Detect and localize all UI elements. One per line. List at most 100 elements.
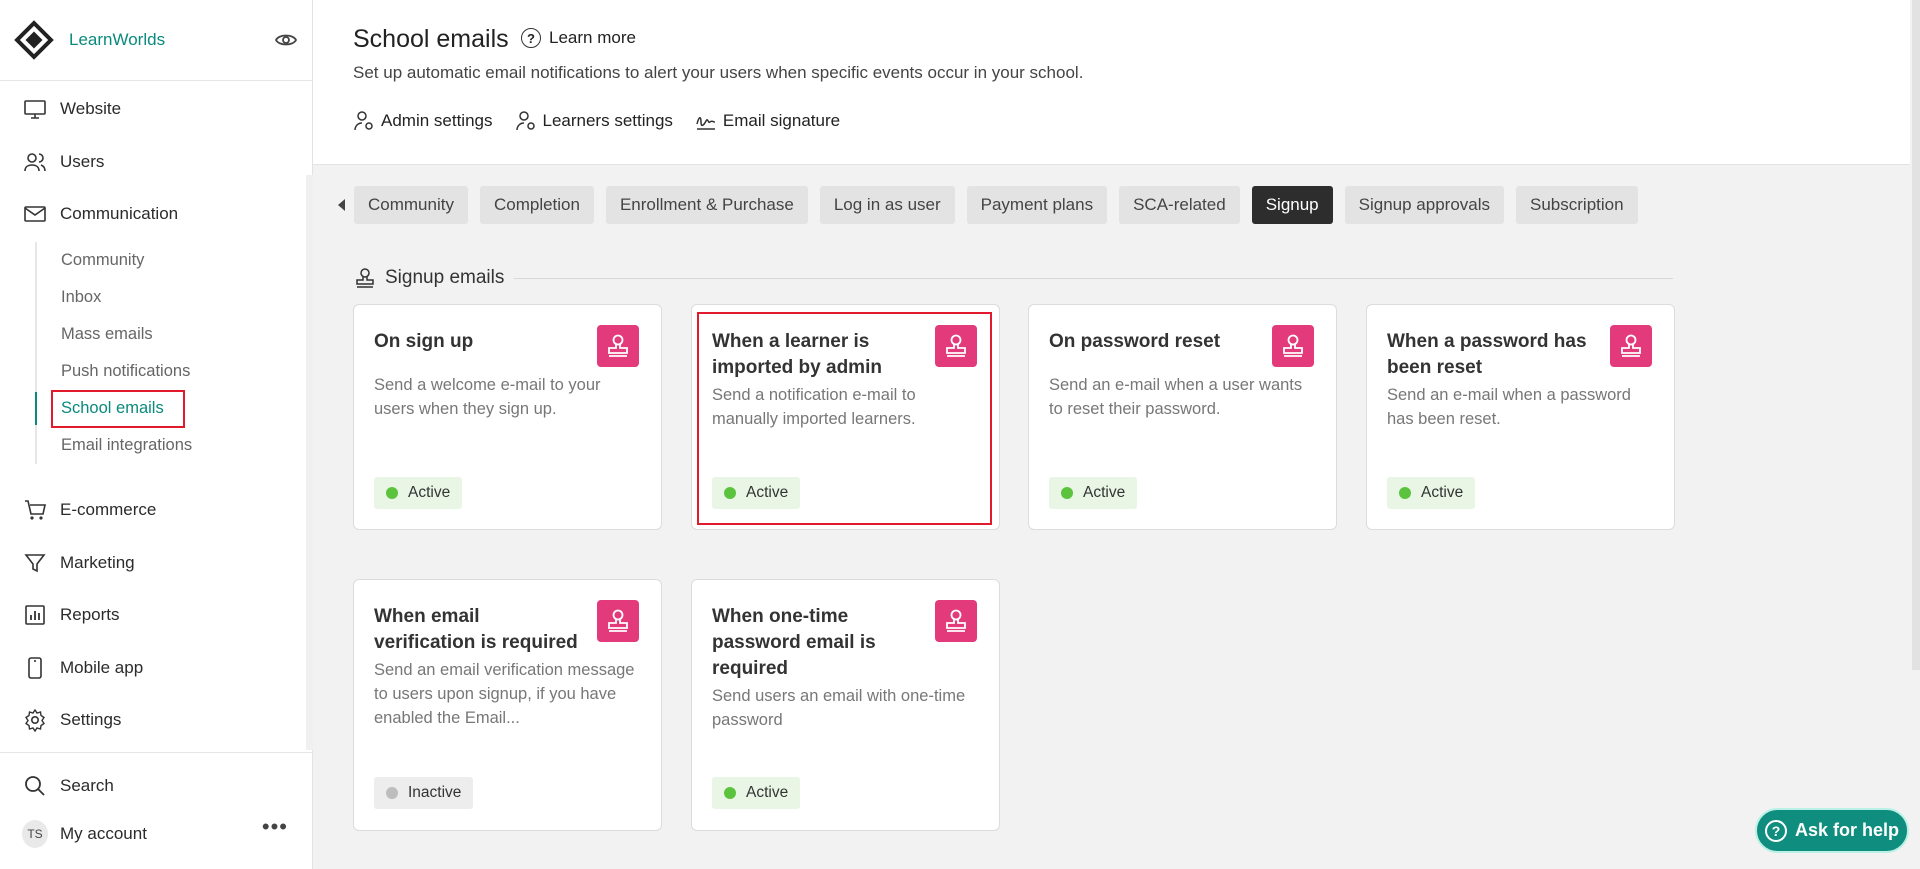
tab-signup[interactable]: Signup [1251,186,1333,224]
page-scrollbar-thumb[interactable] [1912,0,1920,670]
sidebar-item-users[interactable]: Users [0,142,300,182]
users-icon [22,149,48,175]
card-description: Send an e-mail when a password has been … [1387,386,1631,428]
learners-settings-label: Learners settings [542,111,673,130]
sidebar-item-label: My account [60,824,147,843]
chart-icon [22,602,48,628]
status-dot [724,487,736,499]
sidebar-item-e-commerce[interactable]: E-commerce [0,490,300,530]
subnav-item-community[interactable]: Community [37,242,295,279]
email-signature-label: Email signature [722,111,841,130]
card-description: Send a notification e-mail to manually i… [712,386,916,428]
sidebar-item-label: Settings [60,710,122,729]
avatar: TS [22,820,48,848]
page-title: School emails [353,25,509,53]
sidebar: LearnWorlds Website Users Communication … [0,0,313,869]
email-card-email-verification[interactable]: When email verification is required Send… [353,579,662,831]
stamp-icon [597,600,639,642]
email-card-one-time-password[interactable]: When one-time password email is required… [691,579,1000,831]
status-label: Active [1083,484,1126,501]
subnav-item-email-integrations[interactable]: Email integrations [37,427,295,464]
search-icon [22,773,48,799]
sidebar-item-marketing[interactable]: Marketing [0,543,300,583]
status-badge: Active [374,477,463,509]
sidebar-item-label: Marketing [60,553,135,572]
tab-completion[interactable]: Completion [479,186,594,224]
admin-settings-label: Admin settings [381,111,493,130]
admin-settings-icon [353,110,375,132]
subnav-item-push-notifications[interactable]: Push notifications [37,353,295,390]
tab-sca-related[interactable]: SCA-related [1119,186,1240,224]
more-options-icon[interactable]: ••• [262,816,288,838]
page-header: School emails ? Learn more Set up automa… [313,0,1910,165]
tab-log-in-as-user[interactable]: Log in as user [819,186,955,224]
sidebar-item-my-account[interactable]: TS My account [0,814,300,854]
status-dot [1061,487,1073,499]
subnav-item-mass-emails[interactable]: Mass emails [37,316,295,353]
settings-links: Admin settings Learners settings Email s… [353,110,862,132]
status-badge: Inactive [374,777,474,809]
status-badge: Active [712,477,801,509]
section-divider [514,277,1673,279]
stamp-icon [597,325,639,367]
sidebar-item-search[interactable]: Search [0,766,300,806]
tab-payment-plans[interactable]: Payment plans [966,186,1108,224]
tab-community[interactable]: Community [354,186,468,224]
card-description: Send an e-mail when a user wants to rese… [1049,376,1303,418]
status-label: Active [1421,484,1464,501]
sidebar-item-label: Users [60,152,105,171]
status-dot [386,787,398,799]
tab-subscription[interactable]: Subscription [1516,186,1638,224]
card-title: When a learner is imported by admin [712,331,882,378]
learners-settings-link[interactable]: Learners settings [515,110,673,132]
section-header: Signup emails [353,266,1673,290]
status-dot [1399,487,1411,499]
subnav-item-inbox[interactable]: Inbox [37,279,295,316]
gear-icon [22,707,48,733]
ask-for-help-button[interactable]: ? Ask for help [1755,808,1909,853]
email-card-on-password-reset[interactable]: On password reset Send an e-mail when a … [1028,304,1337,530]
communication-subnav: Community Inbox Mass emails Push notific… [35,242,295,464]
learn-more-label: Learn more [549,28,636,47]
tab-enrollment-purchase[interactable]: Enrollment & Purchase [605,186,808,224]
category-tabs: Community Completion Enrollment & Purcha… [330,186,1650,224]
email-signature-link[interactable]: Email signature [695,110,840,132]
subnav-item-school-emails[interactable]: School emails [35,390,295,428]
status-label: Active [746,484,789,501]
stamp-icon [353,266,377,290]
sidebar-item-label: Reports [60,605,120,624]
email-card-learner-imported[interactable]: When a learner is imported by admin Send… [691,304,1000,530]
brand-header: LearnWorlds [0,0,312,81]
tab-signup-approvals[interactable]: Signup approvals [1344,186,1505,224]
brand-name[interactable]: LearnWorlds [69,30,165,50]
sidebar-scrollbar[interactable] [306,175,313,750]
email-card-password-has-been-reset[interactable]: When a password has been reset Send an e… [1366,304,1675,530]
learnworlds-logo-icon[interactable] [14,20,54,60]
card-title: On password reset [1049,331,1221,352]
status-badge: Active [1387,477,1476,509]
status-badge: Active [712,777,801,809]
email-card-on-sign-up[interactable]: On sign up Send a welcome e-mail to your… [353,304,662,530]
status-label: Active [408,484,451,501]
sidebar-item-website[interactable]: Website [0,89,300,129]
card-title: When a password has been reset [1387,331,1587,378]
sidebar-item-label: Website [60,99,122,118]
eye-icon[interactable] [274,28,298,52]
section-title: Signup emails [385,267,505,288]
sidebar-item-reports[interactable]: Reports [0,595,300,635]
status-label: Inactive [408,784,462,801]
card-title: When one-time password email is required [712,606,876,679]
sidebar-item-mobile-app[interactable]: Mobile app [0,648,300,688]
card-description: Send an email verification message to us… [374,661,635,727]
status-badge: Active [1049,477,1138,509]
page-scrollbar[interactable] [1910,0,1920,869]
sidebar-item-settings[interactable]: Settings [0,700,300,740]
sidebar-item-communication[interactable]: Communication [0,194,300,234]
highlight-box [51,390,185,428]
tabs-scroll-left-icon[interactable] [330,186,354,224]
admin-settings-link[interactable]: Admin settings [353,110,493,132]
sidebar-item-label: Search [60,776,114,795]
learner-settings-icon [515,110,537,132]
mail-icon [22,201,48,227]
learn-more-link[interactable]: ? Learn more [521,28,636,48]
